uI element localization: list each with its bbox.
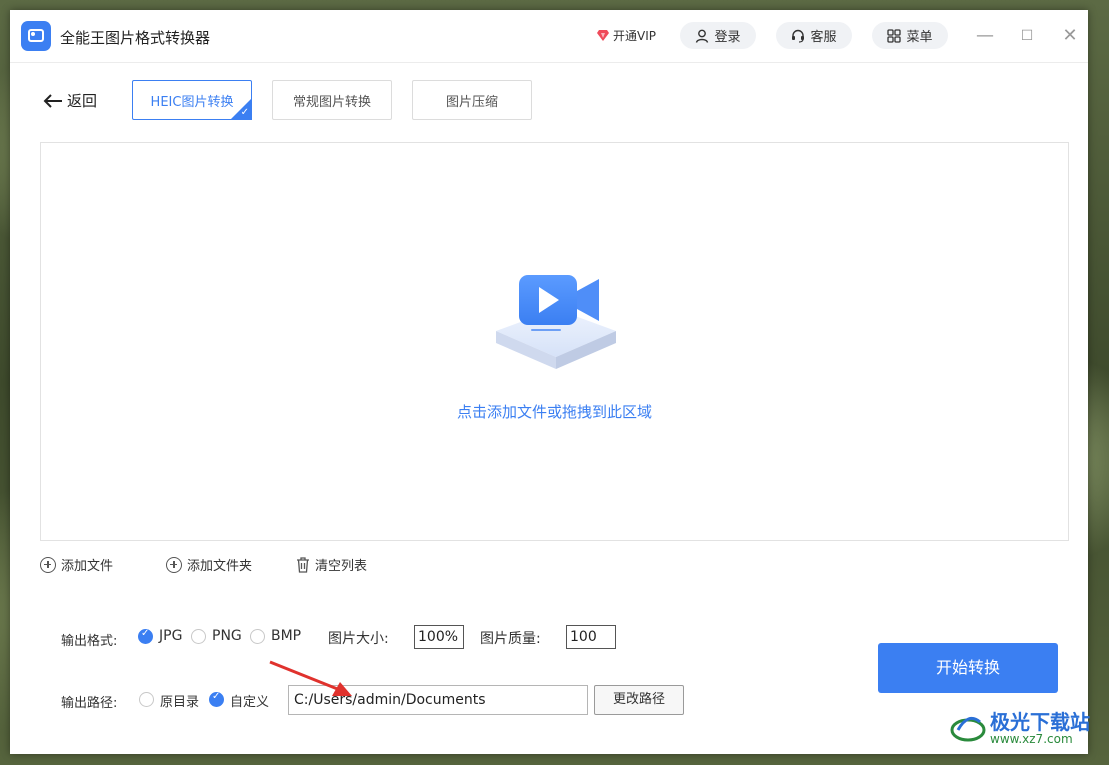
login-label: 登录 (714, 30, 741, 45)
tab-normal-convert[interactable]: 常规图片转换 (272, 80, 392, 120)
minimize-icon[interactable]: — (973, 24, 997, 48)
image-size-input[interactable]: 100% (414, 625, 464, 649)
video-upload-icon (496, 275, 616, 369)
change-path-button[interactable]: 更改路径 (594, 685, 684, 715)
plus-circle-icon (40, 556, 56, 573)
radio-original-dir[interactable] (139, 692, 154, 707)
output-path-label: 输出路径: (61, 696, 118, 711)
tab-label: 常规图片转换 (292, 94, 371, 110)
output-format-label: 输出格式: (61, 634, 118, 649)
option-custom-dir-label[interactable]: 自定义 (230, 691, 269, 710)
add-file-label: 添加文件 (61, 559, 114, 574)
option-bmp-label[interactable]: BMP (271, 628, 301, 644)
app-window: 全能王图片格式转换器 开通VIP 登录 客服 菜单 — ☐ ✕ 返回 HEIC图… (10, 10, 1088, 754)
option-original-dir-label[interactable]: 原目录 (160, 691, 199, 710)
option-jpg-label[interactable]: JPG (159, 628, 182, 644)
trash-icon (297, 556, 309, 573)
app-title: 全能王图片格式转换器 (60, 29, 211, 47)
app-logo-icon (21, 21, 51, 51)
menu-label: 菜单 (906, 30, 933, 45)
option-png-label[interactable]: PNG (212, 628, 242, 644)
maximize-icon[interactable]: ☐ (1015, 24, 1039, 48)
service-button[interactable]: 客服 (776, 22, 852, 49)
close-icon[interactable]: ✕ (1058, 24, 1082, 48)
tab-label: 图片压缩 (445, 94, 498, 110)
back-button[interactable]: 返回 (43, 90, 97, 111)
annotation-arrow-icon (269, 660, 352, 696)
start-convert-button[interactable]: 开始转换 (878, 643, 1058, 693)
add-folder-label: 添加文件夹 (187, 559, 253, 574)
drop-hint[interactable]: 点击添加文件或拖拽到此区域 (41, 401, 1068, 422)
back-label: 返回 (67, 92, 98, 110)
check-icon: ✓ (240, 107, 249, 118)
vip-label: 开通VIP (613, 29, 656, 43)
site-watermark: 极光下载站 www.xz7.com (950, 710, 1090, 746)
radio-custom-dir[interactable] (209, 691, 224, 707)
tab-label: HEIC图片转换 (150, 94, 234, 110)
file-drop-zone[interactable]: 点击添加文件或拖拽到此区域 (40, 142, 1069, 541)
image-quality-label: 图片质量: (480, 631, 541, 647)
user-icon (696, 29, 709, 43)
image-size-label: 图片大小: (328, 631, 389, 647)
diamond-icon (597, 30, 609, 41)
radio-png[interactable] (191, 629, 206, 644)
tab-compress[interactable]: 图片压缩 (412, 80, 532, 120)
watermark-title: 极光下载站 (990, 709, 1090, 734)
service-label: 客服 (810, 30, 837, 45)
arrow-left-icon (43, 93, 62, 108)
menu-button[interactable]: 菜单 (872, 22, 948, 49)
title-bar: 全能王图片格式转换器 开通VIP 登录 客服 菜单 — ☐ ✕ (10, 10, 1088, 63)
vip-link[interactable]: 开通VIP (597, 27, 656, 44)
grid-icon (887, 28, 902, 43)
radio-jpg[interactable] (138, 628, 153, 644)
watermark-logo-icon (950, 716, 986, 742)
add-folder-button[interactable]: 添加文件夹 (166, 555, 252, 574)
radio-bmp[interactable] (250, 629, 265, 644)
clear-list-label: 清空列表 (315, 559, 368, 574)
headset-icon (792, 29, 805, 43)
login-button[interactable]: 登录 (680, 22, 756, 49)
plus-circle-icon (166, 556, 182, 573)
tab-heic-convert[interactable]: HEIC图片转换 ✓ (132, 80, 252, 120)
add-file-button[interactable]: 添加文件 (40, 555, 113, 574)
image-quality-input[interactable]: 100 (566, 625, 616, 649)
watermark-url: www.xz7.com (990, 731, 1073, 746)
clear-list-button[interactable]: 清空列表 (296, 555, 367, 574)
